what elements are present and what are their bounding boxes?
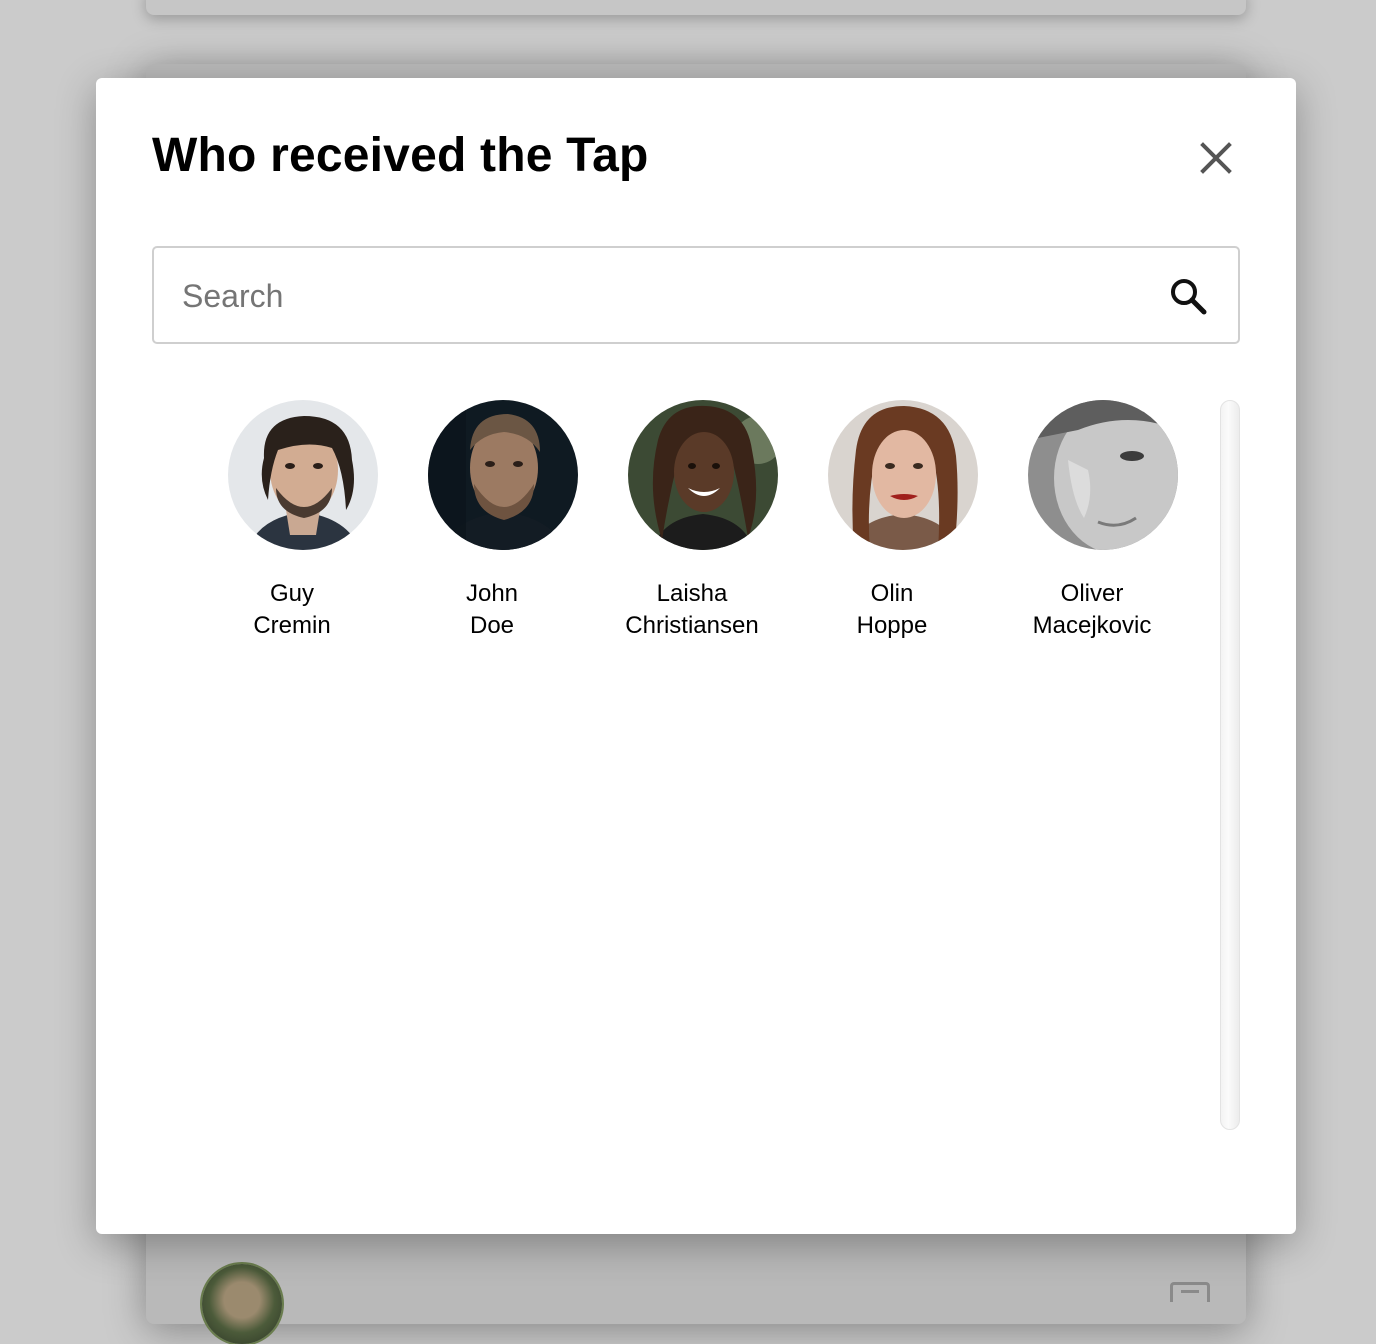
close-button[interactable] [1192, 134, 1240, 182]
person-name: Oliver Macejkovic [1032, 580, 1152, 639]
person-item[interactable]: Laisha Christiansen [592, 400, 792, 642]
search-input[interactable] [180, 248, 1144, 344]
avatar [428, 400, 578, 550]
person-item[interactable]: Oliver Macejkovic [992, 400, 1192, 642]
person-name: Laisha Christiansen [625, 580, 759, 639]
search-icon[interactable] [1168, 276, 1208, 316]
avatar [828, 400, 978, 550]
avatar [228, 400, 378, 550]
scrollbar[interactable] [1220, 400, 1240, 1130]
background-avatar [202, 1264, 282, 1344]
modal-title: Who received the Tap [152, 129, 649, 182]
avatar [1028, 400, 1178, 550]
background-comment-icon [1170, 1282, 1210, 1302]
close-icon [1200, 142, 1232, 174]
person-item[interactable]: John Doe [392, 400, 592, 642]
person-name: Guy Cremin [253, 580, 331, 639]
search-field[interactable] [152, 246, 1240, 344]
person-name: John Doe [465, 580, 519, 639]
recipients-modal: Who received the Tap Search Guy Cremin J… [96, 78, 1296, 1234]
person-name: Olin Hoppe [856, 580, 928, 639]
person-item[interactable]: Olin Hoppe [792, 400, 992, 642]
avatar [628, 400, 778, 550]
recipients-list: Guy Cremin John Doe Laisha Christiansen … [192, 400, 1212, 1130]
background-card [146, 0, 1246, 15]
person-item[interactable]: Guy Cremin [192, 400, 392, 642]
